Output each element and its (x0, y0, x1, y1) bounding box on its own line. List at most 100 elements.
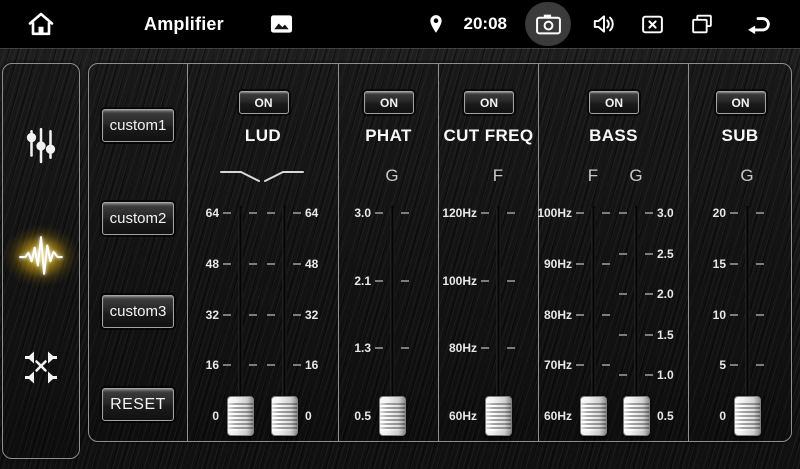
slider-handle[interactable] (485, 396, 512, 436)
amplifier-screen: custom1 custom2 custom3 RESET ON LUD 64 48 32 16… (0, 48, 800, 469)
tick-label: 70Hz (539, 357, 572, 373)
location-icon (425, 12, 447, 36)
tick-dash (249, 212, 257, 214)
tick-label: 5 (689, 357, 726, 373)
hi-shelf-curve-icon (218, 168, 262, 184)
preset-reset-button[interactable]: RESET (102, 388, 174, 421)
tick-dash (507, 347, 515, 349)
slider-handle[interactable] (227, 396, 254, 436)
on-button-lud[interactable]: ON (239, 91, 289, 114)
on-button-cut-freq[interactable]: ON (464, 91, 514, 114)
preset-custom1-button[interactable]: custom1 (102, 109, 174, 142)
slider-handle[interactable] (580, 396, 607, 436)
slider-handle[interactable] (271, 396, 298, 436)
tick-label: 64 (188, 205, 219, 221)
gps-button[interactable] (425, 12, 447, 36)
param-letter: G (727, 166, 767, 186)
slider-track[interactable] (496, 206, 501, 420)
page-title: Amplifier (144, 14, 224, 35)
tick-label: 2.1 (339, 273, 371, 289)
tick-label: 80Hz (539, 307, 572, 323)
sidebar-item-speaker-balance[interactable] (3, 331, 79, 401)
recent-apps-icon (688, 12, 716, 37)
slider-track[interactable] (745, 206, 750, 420)
tick-dash (602, 263, 610, 265)
tick-label: 32 (188, 307, 219, 323)
tick-dash (293, 212, 301, 214)
tick-dash (223, 212, 231, 214)
tick-label: 0.5 (657, 408, 689, 424)
recent-apps-button[interactable] (688, 12, 716, 37)
tick-label: 0 (305, 408, 339, 424)
preset-custom3-button[interactable]: custom3 (102, 295, 174, 328)
slider-track[interactable] (634, 206, 639, 420)
tick-dash (730, 263, 738, 265)
column-title: SUB (689, 126, 791, 146)
tick-dash (619, 374, 627, 376)
tick-dash (756, 263, 764, 265)
tick-dash (293, 263, 301, 265)
on-button-bass[interactable]: ON (589, 91, 639, 114)
back-button[interactable] (742, 11, 774, 37)
column-title: CUT FREQ (439, 126, 538, 146)
tick-dash (602, 314, 610, 316)
tick-label: 100Hz (539, 205, 572, 221)
tick-dash (756, 212, 764, 214)
column-title: LUD (188, 126, 338, 146)
tick-dash (645, 212, 653, 214)
equalizer-icon (24, 127, 58, 165)
slider-track[interactable] (282, 206, 287, 420)
tick-label: 120Hz (439, 205, 477, 221)
sidebar-item-equalizer[interactable] (3, 111, 79, 181)
slider-track[interactable] (238, 206, 243, 420)
tick-dash (223, 364, 231, 366)
slider-track[interactable] (591, 206, 596, 420)
tick-dash (481, 347, 489, 349)
back-icon (742, 11, 774, 37)
tick-label: 20 (689, 205, 726, 221)
tick-dash (223, 263, 231, 265)
param-letter: G (616, 166, 656, 186)
tick-label: 16 (305, 357, 339, 373)
sound-effect-wave-icon (18, 234, 64, 278)
tick-dash (645, 253, 653, 255)
preset-custom2-button[interactable]: custom2 (102, 202, 174, 235)
tick-label: 2.5 (657, 246, 689, 262)
on-button-sub[interactable]: ON (716, 91, 766, 114)
tick-dash (267, 364, 275, 366)
home-button[interactable] (26, 9, 56, 39)
tick-label: 1.3 (339, 340, 371, 356)
tick-label: 48 (188, 256, 219, 272)
sidebar-item-sound-effect[interactable] (3, 221, 79, 291)
tick-label: 60Hz (439, 408, 477, 424)
tick-dash (249, 263, 257, 265)
tick-dash (223, 314, 231, 316)
screenshot-button[interactable] (525, 2, 571, 46)
column-phat: ONPHATG3.02.11.30.5 (338, 64, 438, 441)
tick-label: 16 (188, 357, 219, 373)
tick-label: 1.5 (657, 327, 689, 343)
tick-label: 3.0 (657, 205, 689, 221)
tick-dash (267, 314, 275, 316)
slider-track[interactable] (390, 206, 395, 420)
column-title: BASS (539, 126, 688, 146)
slider-handle[interactable] (734, 396, 761, 436)
tick-dash (401, 212, 409, 214)
speaker-balance-icon (22, 347, 60, 385)
tick-label: 1.0 (657, 367, 689, 383)
tick-dash (576, 212, 584, 214)
tick-dash (267, 263, 275, 265)
sidebar (2, 63, 80, 459)
tick-dash (481, 280, 489, 282)
slider-handle[interactable] (623, 396, 650, 436)
wallpaper-button[interactable] (270, 14, 293, 34)
on-button-phat[interactable]: ON (364, 91, 414, 114)
param-letter: G (372, 166, 412, 186)
slider-handle[interactable] (379, 396, 406, 436)
tick-dash (507, 280, 515, 282)
volume-button[interactable] (590, 11, 618, 37)
top-status-bar: Amplifier 20:08 (0, 0, 800, 48)
tick-dash (602, 212, 610, 214)
tick-dash (293, 314, 301, 316)
close-app-button[interactable] (639, 12, 666, 37)
